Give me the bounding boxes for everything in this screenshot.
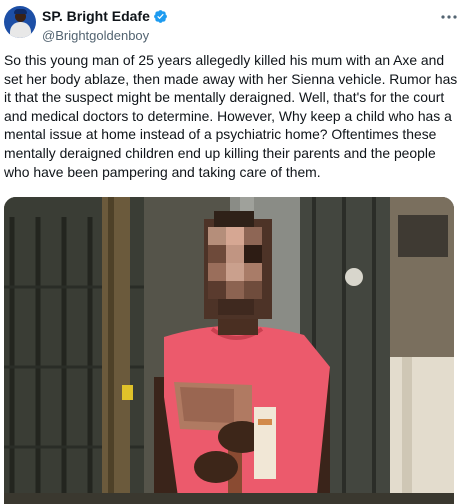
author-avatar[interactable] <box>4 6 36 38</box>
verified-badge-icon <box>153 9 167 23</box>
author-info: SP. Bright Edafe @Brightgoldenboy <box>42 8 168 43</box>
tweet-text: So this young man of 25 years allegedly … <box>4 52 458 180</box>
tweet-card[interactable]: SP. Bright Edafe @Brightgoldenboy So thi… <box>0 0 468 504</box>
more-horizontal-icon[interactable] <box>440 10 458 24</box>
author-display-name[interactable]: SP. Bright Edafe <box>42 8 150 24</box>
suspect-photo-image <box>4 197 454 504</box>
tweet-photo[interactable] <box>4 197 454 504</box>
author-handle[interactable]: @Brightgoldenboy <box>42 28 168 43</box>
